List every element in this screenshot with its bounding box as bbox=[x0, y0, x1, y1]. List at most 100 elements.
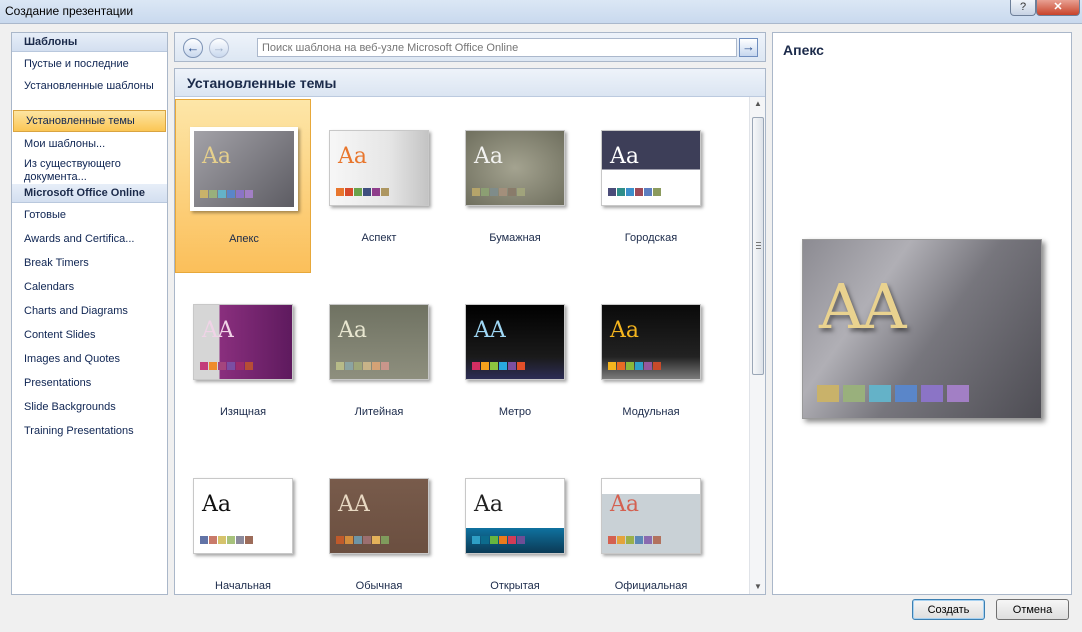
forward-arrow-icon[interactable]: → bbox=[209, 38, 229, 58]
scroll-up-icon[interactable]: ▲ bbox=[750, 97, 765, 111]
color-swatch bbox=[227, 536, 235, 544]
sidebar-section-templates: Шаблоны bbox=[12, 33, 167, 52]
color-swatch bbox=[947, 385, 969, 402]
theme-label: Официальная bbox=[614, 580, 688, 592]
color-swatch bbox=[218, 190, 226, 198]
theme-glyph: AA bbox=[474, 318, 506, 343]
theme-label: Начальная bbox=[215, 580, 271, 592]
sidebar-item-online-9[interactable]: Training Presentations bbox=[12, 419, 167, 443]
color-swatch bbox=[617, 188, 625, 196]
color-swatch bbox=[472, 536, 480, 544]
theme-glyph: Aa bbox=[610, 144, 640, 169]
color-swatch bbox=[236, 190, 244, 198]
theme-thumbnail: Aa bbox=[601, 130, 701, 206]
color-swatch bbox=[354, 536, 362, 544]
sidebar-item-online-8[interactable]: Slide Backgrounds bbox=[12, 395, 167, 419]
color-swatch bbox=[336, 536, 344, 544]
scroll-thumb[interactable] bbox=[752, 117, 764, 375]
color-swatch bbox=[372, 362, 380, 370]
color-swatch bbox=[517, 362, 525, 370]
color-swatch bbox=[245, 362, 253, 370]
color-swatch bbox=[608, 362, 616, 370]
color-swatch bbox=[345, 536, 353, 544]
color-swatch bbox=[644, 536, 652, 544]
color-swatch bbox=[921, 385, 943, 402]
color-swatch bbox=[653, 536, 661, 544]
theme-item[interactable]: Aa Официальная bbox=[583, 447, 719, 594]
theme-item[interactable]: Aa Открытая bbox=[447, 447, 583, 594]
color-swatch bbox=[481, 536, 489, 544]
color-swatch bbox=[869, 385, 891, 402]
color-swatch bbox=[843, 385, 865, 402]
theme-grid: Aa Апекс Aa Аспект Aa Бумажная Aa Городская AA Из… bbox=[175, 97, 749, 594]
scroll-down-icon[interactable]: ▼ bbox=[750, 580, 765, 594]
theme-label: Модульная bbox=[622, 406, 680, 418]
color-swatch bbox=[653, 362, 661, 370]
theme-swatches bbox=[608, 362, 661, 370]
help-button[interactable]: ? bbox=[1010, 0, 1036, 16]
theme-glyph: Aa bbox=[610, 318, 640, 343]
color-swatch bbox=[481, 188, 489, 196]
back-arrow-icon[interactable]: ← bbox=[183, 38, 203, 58]
color-swatch bbox=[490, 536, 498, 544]
close-button[interactable]: ✕ bbox=[1036, 0, 1080, 16]
theme-item[interactable]: Aa Бумажная bbox=[447, 99, 583, 273]
color-swatch bbox=[653, 188, 661, 196]
sidebar-item-online-4[interactable]: Charts and Diagrams bbox=[12, 299, 167, 323]
color-swatch bbox=[635, 188, 643, 196]
color-swatch bbox=[209, 362, 217, 370]
color-swatch bbox=[472, 362, 480, 370]
sidebar-item-installed-templates[interactable]: Установленные шаблоны bbox=[12, 76, 167, 110]
color-swatch bbox=[363, 536, 371, 544]
theme-item[interactable]: Aa Начальная bbox=[175, 447, 311, 594]
color-swatch bbox=[372, 536, 380, 544]
theme-item[interactable]: Aa Литейная bbox=[311, 273, 447, 447]
gallery-scrollbar[interactable]: ▲ ▼ bbox=[749, 97, 765, 594]
sidebar-item-online-5[interactable]: Content Slides bbox=[12, 323, 167, 347]
color-swatch bbox=[200, 190, 208, 198]
theme-item[interactable]: AA Метро bbox=[447, 273, 583, 447]
color-swatch bbox=[608, 188, 616, 196]
theme-item[interactable]: AA Изящная bbox=[175, 273, 311, 447]
cancel-button[interactable]: Отмена bbox=[996, 599, 1069, 620]
sidebar-item-online-0[interactable]: Готовые bbox=[12, 203, 167, 227]
theme-item[interactable]: Aa Аспект bbox=[311, 99, 447, 273]
search-bar: ← → → bbox=[174, 32, 766, 62]
search-input[interactable] bbox=[257, 38, 737, 57]
color-swatch bbox=[345, 188, 353, 196]
preview-pane: Апекс AA bbox=[772, 32, 1072, 595]
color-swatch bbox=[200, 536, 208, 544]
color-swatch bbox=[363, 188, 371, 196]
theme-swatches bbox=[200, 536, 253, 544]
color-swatch bbox=[499, 362, 507, 370]
sidebar-item-online-6[interactable]: Images and Quotes bbox=[12, 347, 167, 371]
sidebar-item-blank-recent[interactable]: Пустые и последние bbox=[12, 52, 167, 76]
sidebar-section-office-online: Microsoft Office Online bbox=[12, 184, 167, 203]
color-swatch bbox=[635, 362, 643, 370]
color-swatch bbox=[236, 536, 244, 544]
sidebar-item-my-templates[interactable]: Мои шаблоны... bbox=[12, 132, 167, 156]
theme-item[interactable]: Aa Модульная bbox=[583, 273, 719, 447]
go-arrow-icon[interactable]: → bbox=[739, 38, 758, 57]
theme-glyph: Aa bbox=[474, 492, 504, 517]
sidebar-item-online-3[interactable]: Calendars bbox=[12, 275, 167, 299]
color-swatch bbox=[481, 362, 489, 370]
theme-item[interactable]: Aa Апекс bbox=[175, 99, 311, 273]
color-swatch bbox=[336, 362, 344, 370]
sidebar-item-online-7[interactable]: Presentations bbox=[12, 371, 167, 395]
color-swatch bbox=[644, 188, 652, 196]
sidebar-item-installed-themes[interactable]: Установленные темы bbox=[13, 110, 166, 132]
color-swatch bbox=[499, 188, 507, 196]
sidebar-item-online-1[interactable]: Awards and Certifica... bbox=[12, 227, 167, 251]
sidebar-item-online-2[interactable]: Break Timers bbox=[12, 251, 167, 275]
color-swatch bbox=[895, 385, 917, 402]
sidebar-item-from-existing[interactable]: Из существующего документа... bbox=[12, 156, 167, 184]
theme-thumbnail: Aa bbox=[329, 304, 429, 380]
theme-label: Метро bbox=[498, 406, 532, 418]
theme-item[interactable]: AA Обычная bbox=[311, 447, 447, 594]
theme-label: Бумажная bbox=[489, 232, 541, 244]
create-button[interactable]: Создать bbox=[912, 599, 985, 620]
color-swatch bbox=[517, 188, 525, 196]
theme-item[interactable]: Aa Городская bbox=[583, 99, 719, 273]
color-swatch bbox=[354, 188, 362, 196]
